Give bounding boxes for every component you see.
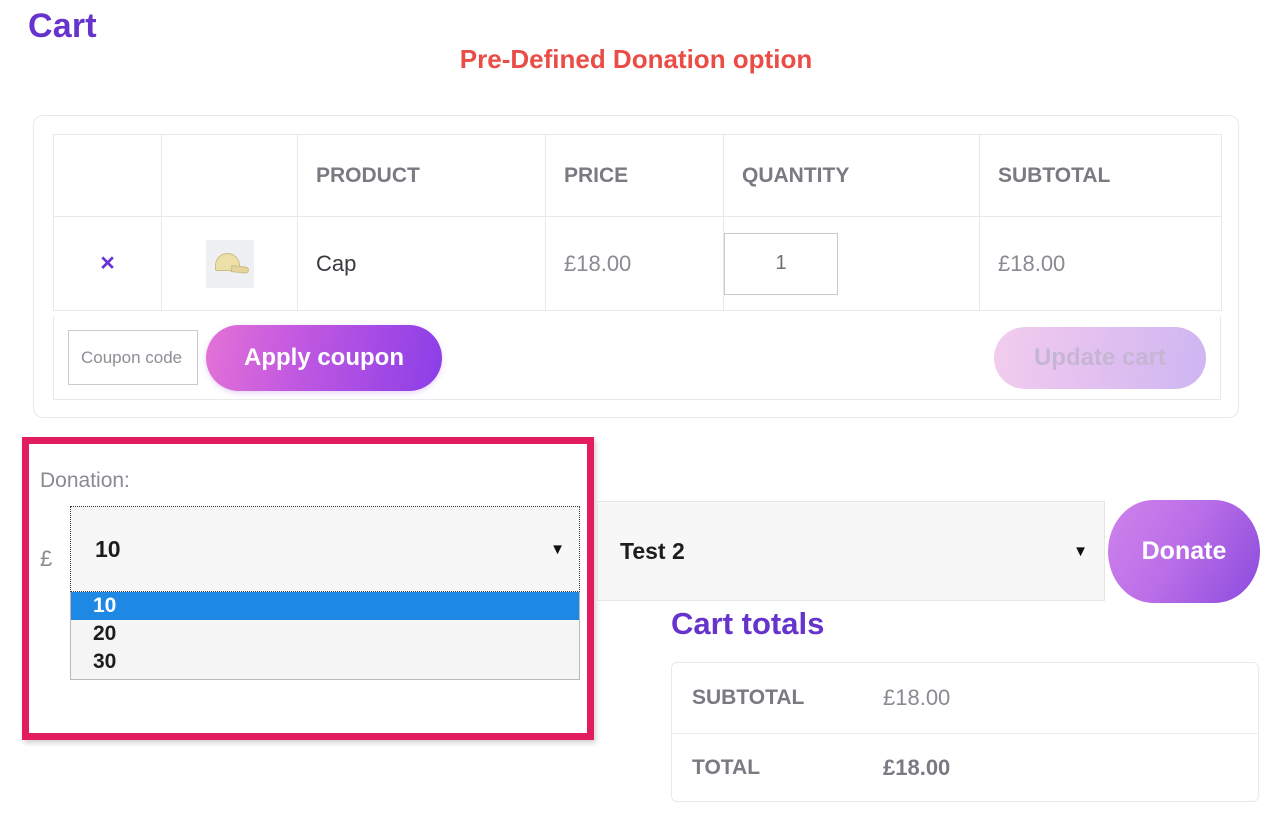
donation-option-10[interactable]: 10 — [71, 592, 579, 620]
remove-cell: × — [53, 216, 162, 311]
currency-symbol: £ — [40, 546, 53, 571]
donation-highlight-box: Donation: £ 10 ▼ 10 20 30 — [22, 437, 594, 740]
cart-table-body: × Cap £18.00 1 £18.00 — [53, 216, 1222, 311]
quantity-input[interactable] — [725, 233, 837, 294]
subtotal-cell: £18.00 — [979, 216, 1222, 311]
cart-totals-card: SUBTOTAL £18.00 TOTAL £18.00 — [671, 662, 1259, 802]
cart-totals-table: SUBTOTAL £18.00 TOTAL £18.00 — [672, 663, 1258, 803]
header-quantity: QUANTITY — [723, 134, 980, 217]
quantity-cell — [723, 216, 980, 311]
page-title: Cart — [28, 7, 97, 45]
donation-amount-value: 10 — [95, 535, 121, 562]
cart-table: PRODUCT PRICE QUANTITY SUBTOTAL × Cap £1… — [53, 134, 1222, 311]
cart-table-head: PRODUCT PRICE QUANTITY SUBTOTAL — [53, 134, 1222, 217]
totals-total-value: £18.00 — [883, 755, 951, 781]
product-cell: Cap — [297, 216, 546, 311]
quantity-stepper[interactable] — [724, 232, 838, 295]
header-subtotal: SUBTOTAL — [979, 134, 1222, 217]
header-thumbnail — [161, 134, 298, 217]
apply-coupon-button[interactable]: Apply coupon — [206, 324, 442, 391]
product-subtotal: £18.00 — [998, 250, 1066, 276]
remove-item-icon[interactable]: × — [100, 251, 115, 276]
table-row: × Cap £18.00 1 £18.00 — [53, 216, 1222, 311]
totals-subtotal-value: £18.00 — [882, 663, 1258, 734]
product-thumbnail-image[interactable] — [205, 239, 254, 288]
donation-option-20[interactable]: 20 — [71, 620, 579, 648]
totals-subtotal-label: SUBTOTAL — [672, 663, 882, 734]
cart-totals-title: Cart totals — [671, 606, 825, 641]
donation-option-30[interactable]: 30 — [71, 648, 579, 676]
header-product: PRODUCT — [297, 134, 546, 217]
donation-amount-options-list[interactable]: 10 20 30 — [70, 592, 580, 680]
donation-cause-select[interactable]: Test 2 ▼ — [597, 501, 1105, 601]
update-cart-button[interactable]: Update cart — [993, 326, 1206, 389]
cart-card: PRODUCT PRICE QUANTITY SUBTOTAL × Cap £1… — [33, 115, 1239, 418]
totals-row-subtotal: SUBTOTAL £18.00 — [672, 663, 1258, 734]
product-price: £18.00 — [564, 250, 632, 276]
chevron-down-icon: ▼ — [550, 540, 565, 558]
totals-row-total: TOTAL £18.00 — [672, 733, 1258, 803]
donate-button[interactable]: Donate — [1108, 500, 1260, 603]
thumbnail-cell — [161, 216, 298, 311]
header-price: PRICE — [545, 134, 724, 217]
donation-amount-select[interactable]: 10 ▼ — [70, 506, 580, 592]
totals-total-label: TOTAL — [692, 756, 761, 780]
section-title: Pre-Defined Donation option — [459, 44, 813, 74]
price-cell: £18.00 — [545, 216, 724, 311]
header-remove — [53, 134, 162, 217]
coupon-row: Apply coupon Update cart — [53, 316, 1221, 400]
chevron-down-icon: ▼ — [1073, 542, 1088, 560]
cart-page: Cart Pre-Defined Donation option PRODUCT… — [0, 0, 1272, 820]
cap-brim-shape — [230, 264, 249, 274]
product-name-link[interactable]: Cap — [298, 251, 545, 277]
table-header-row: PRODUCT PRICE QUANTITY SUBTOTAL — [53, 134, 1222, 217]
donation-cause-value: Test 2 — [620, 537, 685, 564]
donation-label: Donation: — [40, 469, 130, 492]
coupon-code-input[interactable] — [68, 330, 198, 385]
